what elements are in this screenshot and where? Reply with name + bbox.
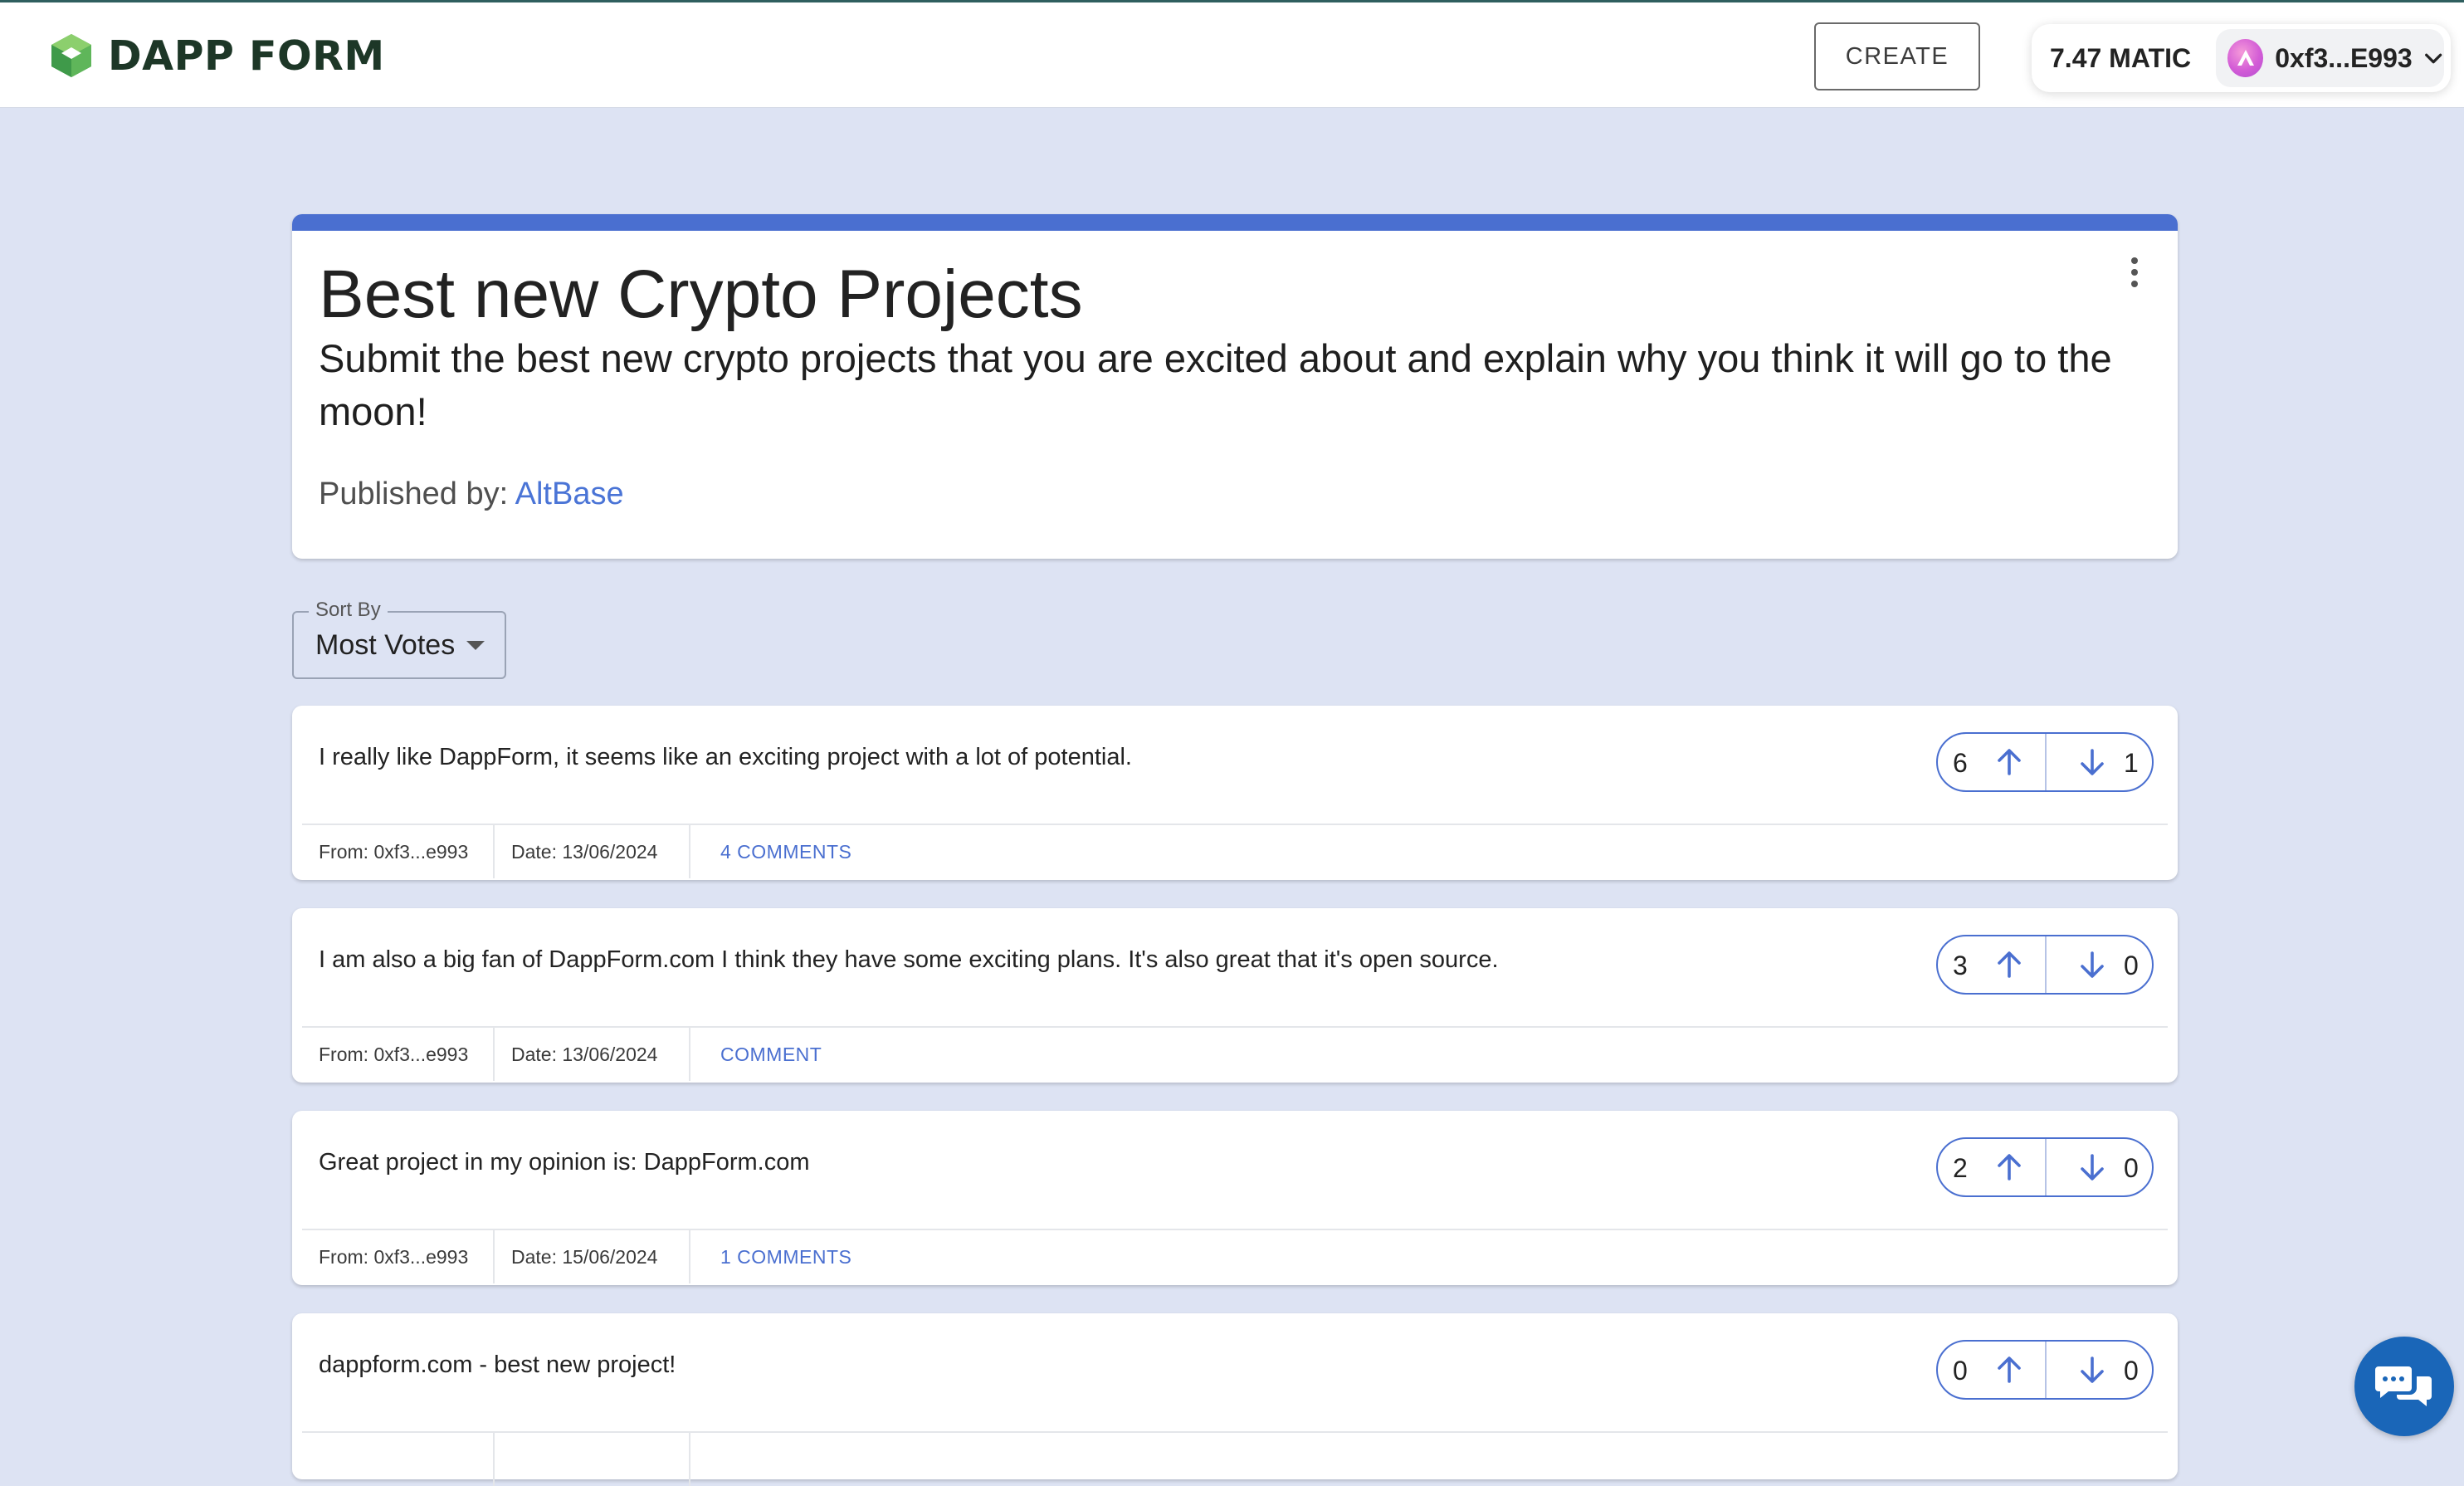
comments-link[interactable]: 4 COMMENTS bbox=[720, 841, 851, 863]
published-by: Published by: AltBase bbox=[319, 477, 624, 512]
response-date: Date: 13/06/2024 bbox=[495, 1028, 690, 1081]
response-card: I am also a big fan of DappForm.com I th… bbox=[292, 908, 2178, 1083]
response-meta: From: 0xf3...e993 Date: 15/06/2024 1 COM… bbox=[292, 1230, 851, 1283]
upvote-count: 0 bbox=[1953, 1356, 1968, 1386]
sort-select[interactable]: Sort By Most Votes bbox=[292, 599, 506, 679]
arrow-down-icon[interactable] bbox=[2076, 948, 2109, 981]
create-button[interactable]: CREATE bbox=[1814, 22, 1980, 90]
response-author: From: 0xf3...e993 bbox=[292, 825, 495, 878]
response-meta: From: 0xf3...e993 Date: 13/06/2024 COMME… bbox=[292, 1028, 822, 1081]
published-label: Published by: bbox=[319, 477, 509, 511]
response-card: I really like DappForm, it seems like an… bbox=[292, 706, 2178, 880]
downvote-count: 1 bbox=[2124, 748, 2139, 778]
response-date: Date: 15/06/2024 bbox=[495, 1230, 690, 1283]
comments-link[interactable]: 1 COMMENTS bbox=[720, 1246, 851, 1268]
sort-value: Most Votes bbox=[315, 629, 456, 661]
response-card: Great project in my opinion is: DappForm… bbox=[292, 1111, 2178, 1285]
wallet-balance[interactable]: 7.47 MATIC bbox=[2050, 43, 2191, 74]
upvote-count: 2 bbox=[1953, 1153, 1968, 1183]
vote-divider bbox=[2045, 1342, 2047, 1398]
form-header-card: Best new Crypto Projects Submit the best… bbox=[292, 214, 2178, 559]
logo-text: DAPP FORM bbox=[108, 32, 385, 80]
downvote-count: 0 bbox=[2124, 951, 2139, 980]
response-author-cell bbox=[292, 1433, 495, 1486]
response-card: dappform.com - best new project! 0 0 bbox=[292, 1313, 2178, 1486]
account-address: 0xf3...E993 bbox=[2275, 42, 2413, 73]
arrow-up-icon[interactable] bbox=[1993, 1151, 2026, 1184]
more-vertical-icon[interactable] bbox=[2128, 256, 2141, 289]
account-button[interactable]: 0xf3...E993 bbox=[2216, 29, 2444, 87]
response-text: dappform.com - best new project! bbox=[319, 1352, 676, 1378]
vote-divider bbox=[2045, 1139, 2047, 1195]
response-author: From: 0xf3...e993 bbox=[292, 1230, 495, 1283]
chat-button[interactable] bbox=[2354, 1337, 2454, 1436]
sort-label: Sort By bbox=[309, 599, 388, 622]
arrow-down-icon[interactable] bbox=[2076, 745, 2109, 779]
comments-link[interactable]: COMMENT bbox=[720, 1044, 822, 1066]
vote-control: 3 0 bbox=[1936, 935, 2154, 995]
hexagon-cube-icon bbox=[51, 34, 91, 77]
upvote-count: 6 bbox=[1953, 748, 1968, 778]
arbitrum-a-icon bbox=[2227, 39, 2264, 77]
response-meta bbox=[292, 1433, 690, 1486]
chevron-down-icon bbox=[2424, 53, 2442, 64]
upvote-count: 3 bbox=[1953, 951, 1968, 980]
caret-down-icon bbox=[466, 641, 485, 650]
arrow-up-icon[interactable] bbox=[1993, 1353, 2026, 1386]
response-date-cell bbox=[495, 1433, 690, 1486]
response-date: Date: 13/06/2024 bbox=[495, 825, 690, 878]
author-link[interactable]: AltBase bbox=[515, 477, 624, 511]
wallet-widget: 7.47 MATIC 0xf3...E993 bbox=[2032, 24, 2451, 92]
response-text: I am also a big fan of DappForm.com I th… bbox=[319, 946, 1499, 973]
chat-bubbles-icon bbox=[2375, 1366, 2432, 1406]
response-text: Great project in my opinion is: DappForm… bbox=[319, 1149, 810, 1176]
arrow-down-icon[interactable] bbox=[2076, 1151, 2109, 1184]
app-logo[interactable]: DAPP FORM bbox=[48, 31, 385, 81]
form-title: Best new Crypto Projects bbox=[319, 257, 1083, 332]
arrow-up-icon[interactable] bbox=[1993, 948, 2026, 981]
response-meta: From: 0xf3...e993 Date: 13/06/2024 4 COM… bbox=[292, 825, 851, 878]
vote-divider bbox=[2045, 936, 2047, 993]
vote-control: 2 0 bbox=[1936, 1137, 2154, 1197]
downvote-count: 0 bbox=[2124, 1153, 2139, 1183]
arrow-down-icon[interactable] bbox=[2076, 1353, 2109, 1386]
vote-control: 6 1 bbox=[1936, 732, 2154, 792]
arrow-up-icon[interactable] bbox=[1993, 745, 2026, 779]
response-author: From: 0xf3...e993 bbox=[292, 1028, 495, 1081]
app-header: DAPP FORM CREATE 7.47 MATIC 0xf3...E993 bbox=[0, 2, 2464, 108]
response-text: I really like DappForm, it seems like an… bbox=[319, 744, 1132, 770]
downvote-count: 0 bbox=[2124, 1356, 2139, 1386]
vote-divider bbox=[2045, 734, 2047, 790]
card-accent-band bbox=[292, 214, 2178, 231]
form-description: Submit the best new crypto projects that… bbox=[319, 336, 2112, 433]
vote-control: 0 0 bbox=[1936, 1340, 2154, 1400]
